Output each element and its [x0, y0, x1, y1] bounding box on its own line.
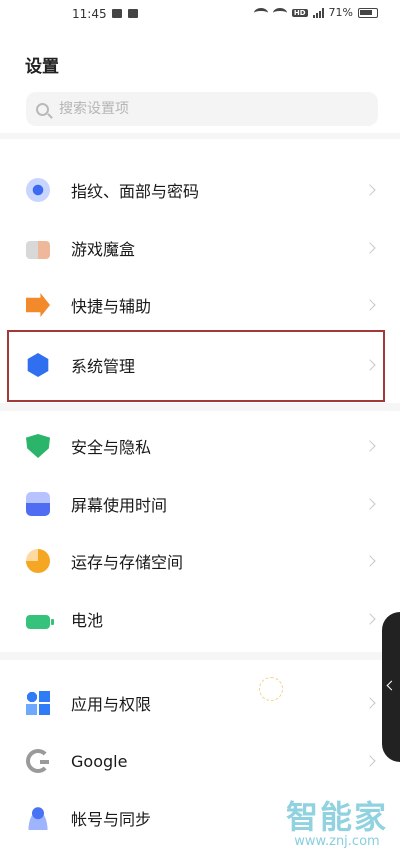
- settings-item-fingerprint[interactable]: 指纹、面部与密码: [0, 162, 388, 218]
- settings-item-label: 帐号与同步: [71, 810, 152, 829]
- battery-percent: 71%: [328, 6, 353, 19]
- status-right: HD 71%: [253, 6, 378, 19]
- chevron-right-icon: [364, 755, 376, 767]
- highlight-box: [7, 330, 385, 402]
- settings-item-label: 应用与权限: [71, 695, 152, 714]
- chevron-right-icon: [364, 184, 376, 196]
- settings-item-game-box[interactable]: 游戏魔盒: [0, 220, 388, 276]
- settings-item-label: 游戏魔盒: [71, 240, 136, 259]
- settings-item-label: 快捷与辅助: [71, 297, 152, 316]
- game-box-icon: [26, 240, 50, 259]
- hotspot-icon: [272, 7, 287, 18]
- settings-item-screen-time[interactable]: 屏幕使用时间: [0, 476, 388, 532]
- section-divider: [0, 403, 400, 411]
- shortcut-icon: [26, 293, 50, 317]
- status-bar: 11:45 HD 71%: [0, 0, 400, 30]
- settings-item-label: 指纹、面部与密码: [71, 182, 200, 201]
- settings-item-label: 电池: [71, 611, 104, 630]
- chevron-left-icon: [386, 680, 397, 691]
- settings-item-apps[interactable]: 应用与权限: [0, 675, 388, 731]
- settings-item-label: 屏幕使用时间: [71, 496, 168, 515]
- hd-badge: HD: [291, 8, 308, 17]
- battery-status-icon: [358, 7, 378, 18]
- search-input[interactable]: [59, 101, 339, 117]
- shield-icon: [26, 434, 50, 458]
- settings-item-security[interactable]: 安全与隐私: [0, 418, 388, 474]
- google-icon: [26, 749, 50, 773]
- signal-icon: [312, 7, 324, 18]
- chevron-right-icon: [364, 299, 376, 311]
- wifi-icon: [253, 7, 268, 18]
- settings-item-label: 安全与隐私: [71, 438, 152, 457]
- status-time: 11:45: [72, 7, 107, 21]
- section-divider: [0, 133, 400, 139]
- chevron-right-icon: [364, 555, 376, 567]
- apps-icon: [26, 691, 50, 715]
- side-panel-handle[interactable]: [382, 612, 400, 762]
- storage-icon: [26, 549, 50, 573]
- settings-item-shortcut[interactable]: 快捷与辅助: [0, 277, 388, 333]
- watermark-url: www.znj.com: [294, 834, 380, 849]
- settings-item-storage[interactable]: 运存与存储空间: [0, 533, 388, 589]
- screen-time-icon: [26, 492, 50, 516]
- video-record-icon: [112, 9, 122, 18]
- search-icon: [36, 102, 49, 116]
- settings-item-label: 运存与存储空间: [71, 553, 184, 572]
- battery-icon: [26, 614, 54, 629]
- page-title: 设置: [25, 57, 59, 77]
- watermark: 智能家 www.znj.com: [286, 792, 388, 849]
- chevron-right-icon: [364, 498, 376, 510]
- loading-spinner-icon: [259, 677, 283, 701]
- chevron-right-icon: [364, 697, 376, 709]
- settings-item-label: Google: [71, 751, 128, 771]
- notification-icons: [112, 9, 138, 18]
- camera-icon: [128, 9, 138, 18]
- settings-item-google[interactable]: Google: [0, 733, 388, 789]
- search-bar[interactable]: [26, 92, 378, 126]
- chevron-right-icon: [364, 440, 376, 452]
- account-icon: [26, 806, 50, 830]
- chevron-right-icon: [364, 613, 376, 625]
- settings-item-battery[interactable]: 电池: [0, 591, 388, 647]
- section-divider: [0, 652, 400, 660]
- chevron-right-icon: [364, 242, 376, 254]
- fingerprint-icon: [26, 178, 50, 202]
- watermark-text: 智能家: [285, 798, 388, 836]
